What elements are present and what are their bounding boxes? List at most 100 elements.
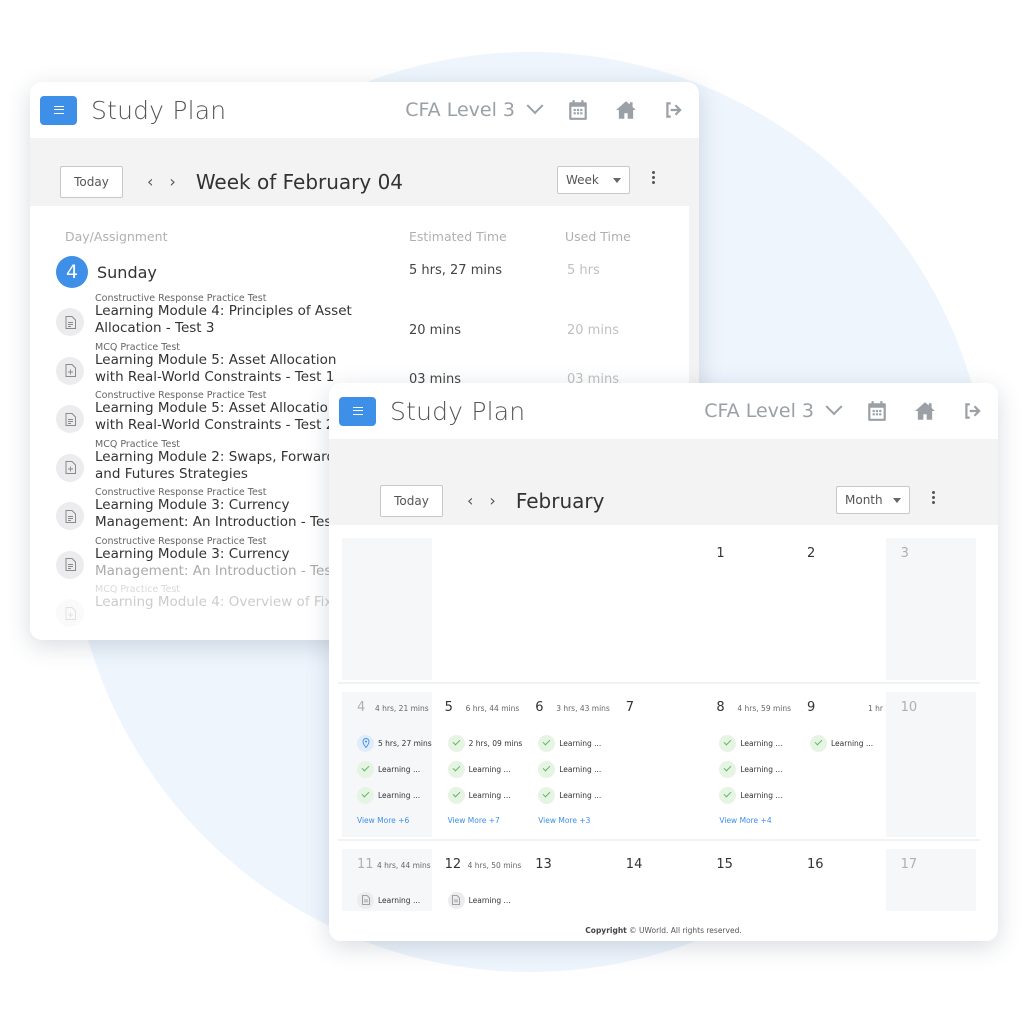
period-title: February <box>515 489 605 513</box>
view-select[interactable]: Week <box>557 166 630 194</box>
check-icon <box>357 760 374 778</box>
day-item[interactable]: Learning ... <box>357 887 420 913</box>
day-total-time: 4 hrs, 59 mins <box>737 704 792 713</box>
check-icon <box>719 786 737 804</box>
document-icon <box>56 502 84 530</box>
sign-out-button[interactable] <box>962 400 984 422</box>
view-select[interactable]: Month <box>836 486 910 514</box>
caret-down-icon <box>613 177 621 183</box>
day-item[interactable]: Learning ... <box>538 730 601 756</box>
calendar-day-cell[interactable]: 9 1 hr Learning ... <box>795 692 885 837</box>
home-button[interactable] <box>615 99 637 121</box>
day-item[interactable]: Learning ... <box>447 756 523 782</box>
day-item[interactable]: Learning ... <box>447 782 523 808</box>
document-icon <box>56 308 84 336</box>
calendar-day-cell[interactable]: 13 <box>523 849 613 911</box>
day-item[interactable]: Learning ... <box>357 756 432 782</box>
column-header-used: Used Time <box>565 229 631 244</box>
day-number: 5 <box>444 700 453 715</box>
calendar-day-cell[interactable]: 10 <box>885 692 976 837</box>
document-icon <box>357 891 374 909</box>
day-item-label: Learning ... <box>468 764 511 774</box>
day-item-label: Learning ... <box>559 764 602 774</box>
calendar-day-cell[interactable] <box>433 538 523 680</box>
assignment-title: Learning Module 2: Swaps, Forwards and Fu… <box>95 448 343 482</box>
home-button[interactable] <box>914 400 936 422</box>
sign-out-button[interactable] <box>663 99 685 121</box>
calendar-day-cell[interactable]: 2 <box>795 538 885 680</box>
day-total-time: 4 hrs, 44 mins <box>377 861 431 870</box>
day-number: 3 <box>900 546 909 561</box>
calendar-day-cell[interactable]: 7 <box>614 692 704 837</box>
calendar-day-cell[interactable] <box>523 538 613 680</box>
day-item-label: Learning ... <box>740 790 783 800</box>
menu-button[interactable] <box>40 95 77 125</box>
document-plus-icon <box>56 599 84 627</box>
calendar-day-cell[interactable]: 15 <box>704 849 794 911</box>
calendar-day-cell[interactable]: 4 4 hrs, 21 mins 5 hrs, 27 mins Learning ..… <box>342 692 432 837</box>
next-month-button[interactable]: › <box>489 485 495 517</box>
calendar-day-cell[interactable]: 84 hrs, 59 mins Learning ... Learning ... L… <box>704 692 794 837</box>
day-item[interactable]: Learning ... <box>810 730 873 756</box>
check-icon <box>357 786 374 804</box>
view-more-link[interactable]: View More +7 <box>448 816 500 825</box>
copyright-footer: Copyright © UWorld. All rights reserved. <box>329 926 998 935</box>
day-item[interactable]: Learning ... <box>538 782 601 808</box>
more-options-button[interactable] <box>932 489 935 506</box>
previous-week-button[interactable]: ‹ <box>147 166 153 198</box>
day-number: 13 <box>535 857 552 872</box>
day-item[interactable]: Learning ... <box>538 756 601 782</box>
view-more-link[interactable]: View More +4 <box>719 816 771 825</box>
calendar-day-cell[interactable]: 63 hrs, 43 mins Learning ... Learning ... L… <box>523 692 613 837</box>
day-number: 17 <box>900 857 918 872</box>
week-toolbar: Today ‹ › Week of February 04 Week <box>30 138 699 206</box>
day-item[interactable]: 5 hrs, 27 mins <box>357 730 432 756</box>
calendar-day-cell[interactable] <box>614 538 704 680</box>
day-item[interactable]: Learning ... <box>357 782 432 808</box>
view-more-link[interactable]: View More +3 <box>538 816 590 825</box>
day-number: 8 <box>716 700 725 715</box>
day-item[interactable]: Learning ... <box>447 887 511 913</box>
calendar-day-cell[interactable]: 16 <box>795 849 885 911</box>
view-more-link[interactable]: View More +6 <box>357 816 409 825</box>
menu-button[interactable] <box>339 396 376 426</box>
calendar-button[interactable] <box>567 99 589 121</box>
calendar-icon <box>868 401 886 421</box>
calendar-day-cell[interactable] <box>342 538 432 680</box>
calendar-week-row: 1 2 3 <box>338 538 980 684</box>
chevron-down-icon <box>526 97 544 115</box>
today-button[interactable]: Today <box>380 485 443 517</box>
level-selector[interactable]: CFA Level 3 <box>704 398 843 422</box>
day-item-list: Learning ... Learning ... Learning ... <box>538 730 601 808</box>
assignment-used-time: 20 mins <box>567 323 619 338</box>
level-selector[interactable]: CFA Level 3 <box>405 97 544 121</box>
day-item[interactable]: Learning ... <box>719 730 783 756</box>
check-icon <box>810 734 827 752</box>
calendar-day-cell[interactable]: 14 <box>614 849 704 911</box>
more-options-button[interactable] <box>652 169 655 186</box>
day-item-label: Learning ... <box>378 764 421 774</box>
day-total-time: 6 hrs, 44 mins <box>465 704 520 713</box>
next-week-button[interactable]: › <box>169 166 175 198</box>
column-header-assignment: Day/Assignment <box>65 229 168 244</box>
app-title: Study Plan <box>390 396 526 426</box>
calendar-button[interactable] <box>866 400 888 422</box>
calendar-day-cell[interactable]: 12 4 hrs, 50 mins Learning ... <box>433 849 523 911</box>
day-item-list: Learning ... Learning ... Learning ... <box>719 730 783 808</box>
assignment-title: Learning Module 3: Currency Management: A… <box>95 497 337 530</box>
calendar-day-cell[interactable]: 1 <box>704 538 794 680</box>
day-item-list: Learning ... <box>357 887 420 913</box>
today-button[interactable]: Today <box>60 166 123 198</box>
day-item[interactable]: Learning ... <box>719 782 783 808</box>
calendar-day-cell[interactable]: 5 6 hrs, 44 mins 2 hrs, 09 mins Learning ..… <box>433 692 523 837</box>
day-item[interactable]: Learning ... <box>719 756 783 782</box>
calendar-day-cell[interactable]: 17 <box>885 849 976 911</box>
calendar-week-row: 4 4 hrs, 21 mins 5 hrs, 27 mins Learning ..… <box>338 692 980 841</box>
calendar-day-cell[interactable]: 3 <box>885 538 976 680</box>
level-label: CFA Level 3 <box>405 99 515 121</box>
previous-month-button[interactable]: ‹ <box>467 485 473 517</box>
day-item[interactable]: 2 hrs, 09 mins <box>447 730 522 756</box>
calendar-day-cell[interactable]: 11 4 hrs, 44 mins Learning ... <box>342 849 432 911</box>
day-number: 7 <box>625 700 635 715</box>
day-row-sunday[interactable]: 4 Sunday <box>56 256 157 288</box>
